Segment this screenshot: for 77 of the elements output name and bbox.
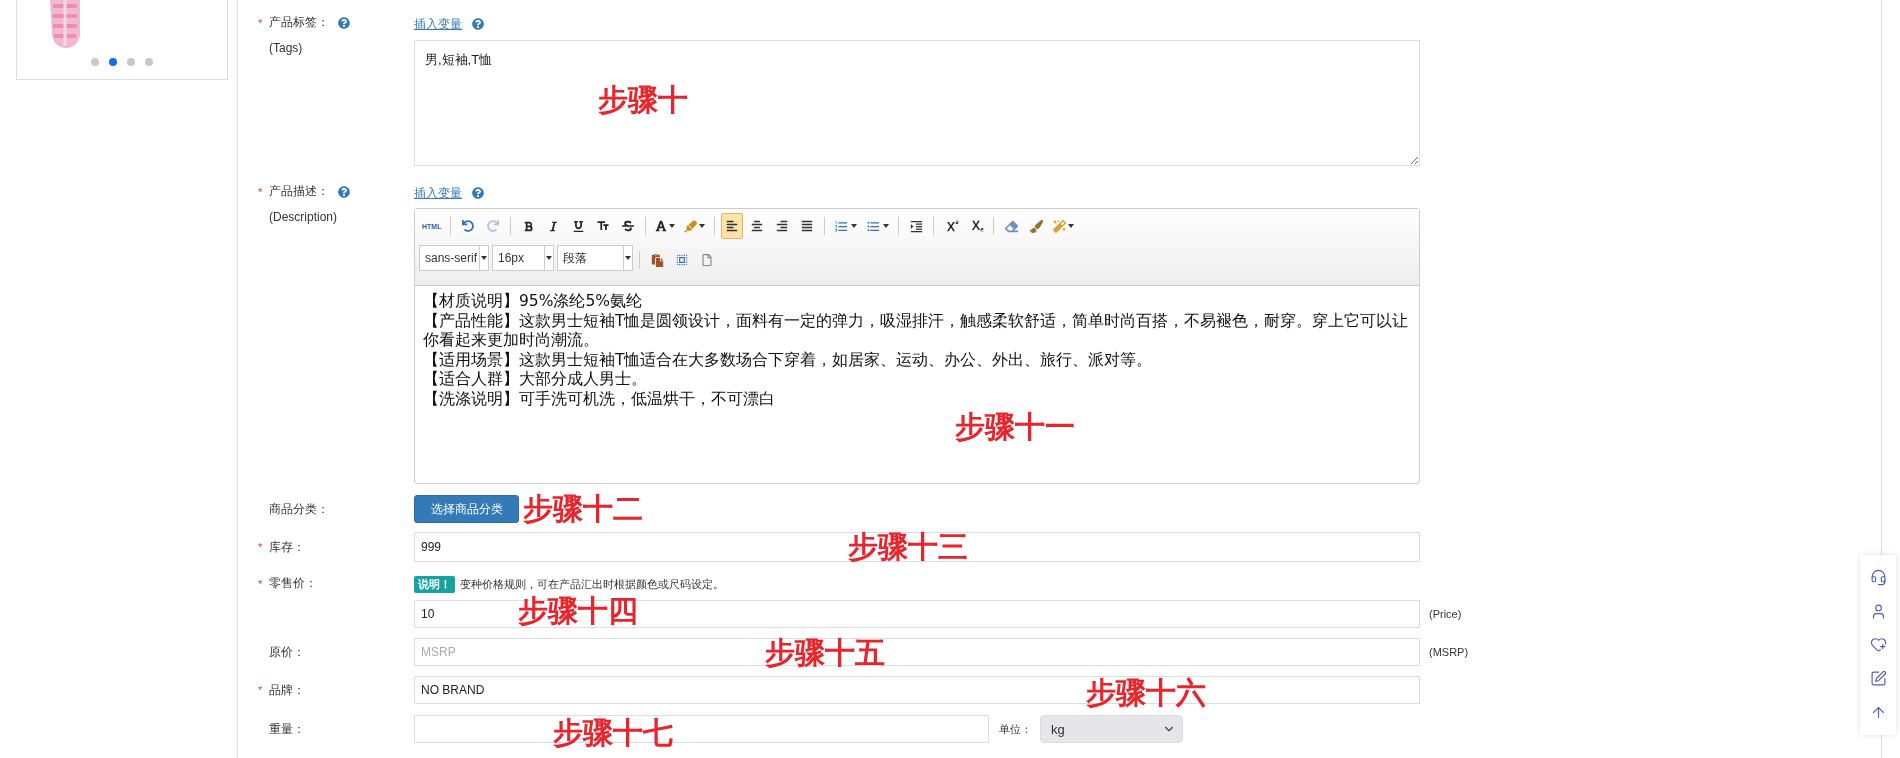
align-center-icon — [751, 220, 764, 232]
heart-plus-icon[interactable] — [1869, 636, 1887, 654]
description-paragraph: 【适合人群】大部分成人男士。 — [423, 370, 648, 390]
align-right-icon — [776, 220, 789, 232]
field-label: 产品标签： — [269, 14, 329, 31]
align-left-icon — [726, 220, 739, 232]
field-suffix: (Price) — [1429, 608, 1462, 620]
carousel-dot[interactable] — [127, 58, 135, 66]
required-mark: * — [258, 16, 264, 29]
caret-icon — [851, 224, 858, 228]
field-label: 产品描述： — [269, 183, 329, 200]
font-size-select[interactable]: 16px — [492, 245, 554, 271]
font-color-icon — [655, 220, 668, 232]
field-suffix: (MSRP) — [1429, 646, 1469, 658]
required-mark: * — [258, 577, 264, 590]
carousel-dot[interactable] — [109, 58, 117, 66]
required-mark: * — [258, 684, 264, 696]
document-icon — [701, 254, 713, 266]
undo-icon — [462, 220, 475, 232]
magic-wand-icon — [1053, 219, 1067, 233]
caret-icon — [699, 224, 706, 228]
required-mark: * — [258, 185, 264, 198]
font-family-select[interactable]: sans-serif — [419, 245, 489, 271]
note-badge: 说明！ — [414, 575, 455, 593]
italic-icon — [547, 220, 559, 232]
help-icon[interactable] — [338, 16, 350, 29]
clipboard-icon — [650, 253, 664, 267]
field-label: 商品分类： — [269, 500, 329, 518]
field-sublabel: (Description) — [268, 210, 338, 224]
paragraph-format-select[interactable]: 段落 — [557, 245, 633, 271]
field-label: 库存： — [269, 538, 305, 556]
help-icon[interactable] — [472, 187, 484, 199]
select-category-button[interactable]: 选择商品分类 — [414, 495, 519, 523]
strikethrough-icon — [622, 220, 635, 232]
unit-select[interactable]: kg — [1040, 715, 1183, 743]
unit-label: 单位： — [999, 721, 1032, 737]
insert-variable-link[interactable]: 插入变量 — [414, 184, 462, 202]
description-paragraph: 【适用场景】这款男士短袖T恤适合在大多数场合下穿着，如居家、运动、办公、外出、旅行、派对等。 — [423, 350, 1154, 370]
eraser-icon — [1004, 219, 1018, 233]
field-sublabel: (Tags) — [268, 41, 304, 55]
insert-variable-link[interactable]: 插入变量 — [414, 15, 462, 33]
caret-icon — [625, 256, 631, 260]
paint-brush-icon — [1029, 219, 1043, 233]
field-label: 重量： — [269, 720, 305, 738]
required-mark: * — [258, 541, 264, 553]
indent-icon — [908, 218, 924, 234]
bold-icon — [522, 220, 534, 232]
caret-icon — [1068, 224, 1075, 228]
step-annotation: 步骤十七 — [553, 718, 673, 748]
highlighter-icon — [684, 219, 698, 233]
caret-icon — [546, 256, 552, 260]
step-annotation: 步骤十二 — [523, 494, 643, 524]
redo-icon — [487, 220, 500, 232]
align-justify-icon — [801, 220, 814, 232]
description-paragraph: 【洗涤说明】可手洗可机洗，低温烘干，不可漂白 — [423, 389, 776, 409]
underline-icon — [572, 220, 584, 232]
help-icon[interactable] — [472, 18, 484, 30]
description-paragraph: 【材质说明】95%涤纶5%氨纶 — [423, 292, 644, 312]
align-button[interactable] — [721, 213, 744, 239]
caret-icon — [883, 224, 890, 228]
field-label: 零售价： — [269, 575, 317, 592]
price-note: 变种价格规则，可在产品汇出时根据颜色或尺码设定。 — [460, 576, 724, 592]
step-annotation: 步骤十一 — [955, 412, 1075, 442]
caret-icon — [669, 224, 676, 228]
caret-icon — [481, 256, 487, 260]
step-annotation: 步骤十 — [598, 85, 688, 115]
headset-icon[interactable] — [1869, 569, 1887, 587]
step-annotation: 步骤十五 — [765, 638, 885, 668]
carousel-dot[interactable] — [91, 58, 99, 66]
step-annotation: 步骤十三 — [848, 532, 968, 562]
select-all-icon — [675, 253, 689, 267]
edit-icon[interactable] — [1869, 670, 1887, 688]
carousel-dot[interactable] — [145, 58, 153, 66]
field-label: 原价： — [269, 643, 305, 661]
help-icon[interactable] — [338, 185, 350, 198]
description-paragraph: 【产品性能】这款男士短袖T恤是圆领设计，面料有一定的弹力，吸湿排汗，触感柔软舒适，简单时尚百搭，不易褪色，耐穿。穿上它可以让你看起来更加时尚潮流。 — [423, 311, 1410, 351]
field-label: 品牌： — [269, 681, 305, 699]
